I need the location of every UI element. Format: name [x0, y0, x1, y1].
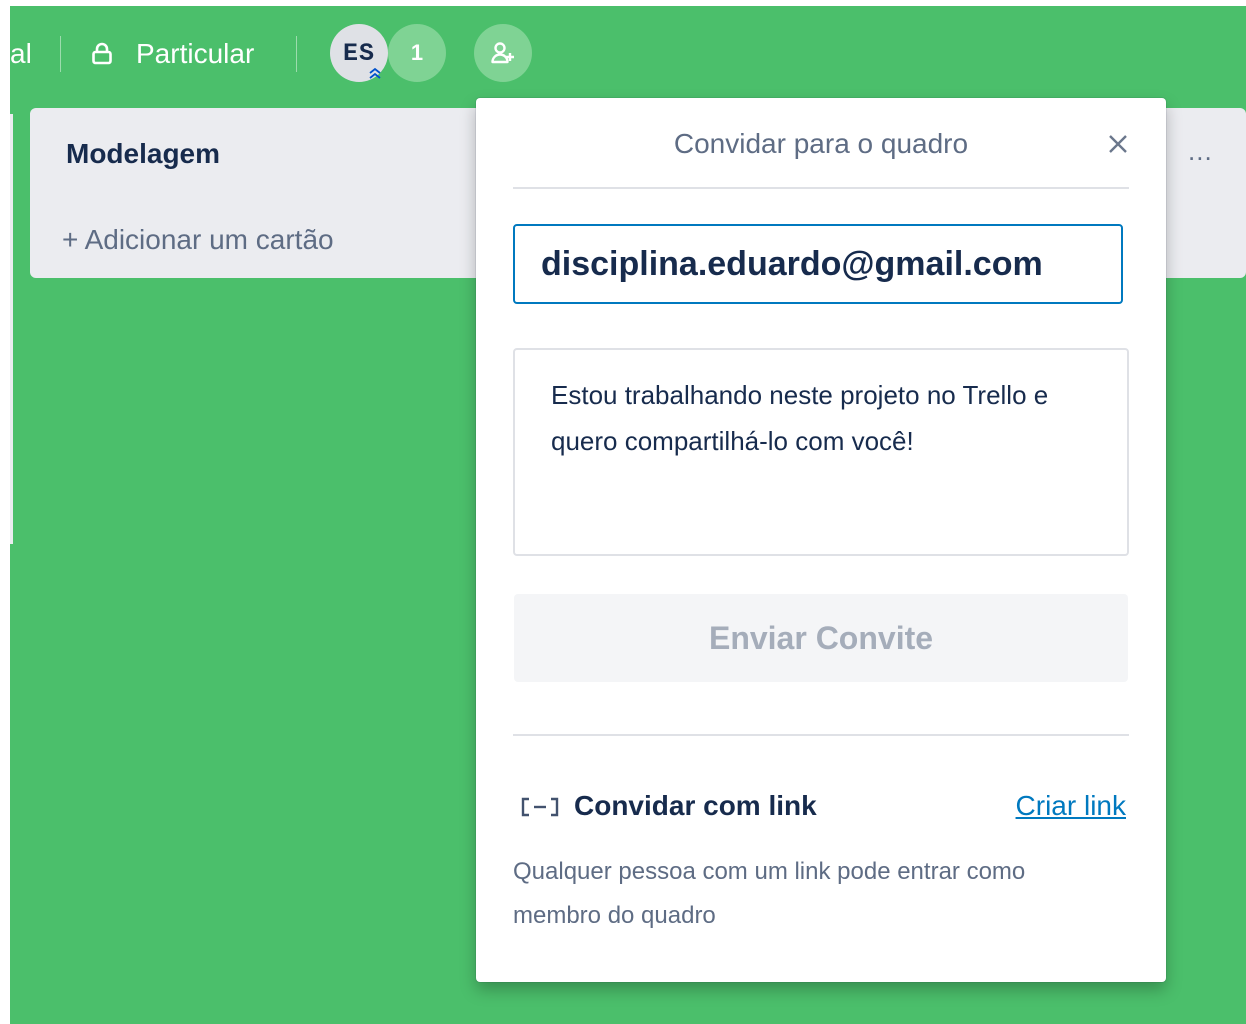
- close-button[interactable]: [1098, 124, 1138, 164]
- email-input[interactable]: [513, 224, 1123, 304]
- close-icon: [1109, 135, 1127, 153]
- member-avatar[interactable]: ES: [330, 24, 388, 82]
- invite-popover: Convidar para o quadro Estou trabalhando…: [476, 98, 1166, 982]
- list-modelagem: Modelagem + Adicionar um cartão: [30, 108, 550, 278]
- invite-link-description: Qualquer pessoa com um link pode entrar …: [513, 858, 1026, 929]
- double-chevron-up-icon: [369, 67, 381, 79]
- invite-link-title: Convidar com link: [574, 790, 817, 821]
- member-count-badge[interactable]: 1: [388, 24, 446, 82]
- topbar-divider: [60, 36, 61, 72]
- board-name-fragment[interactable]: al: [10, 38, 32, 70]
- visibility-button[interactable]: Particular: [90, 38, 254, 70]
- list-menu-ellipsis-icon[interactable]: ...: [1188, 136, 1213, 167]
- topbar-divider: [296, 36, 297, 72]
- list-title[interactable]: Modelagem: [66, 138, 220, 170]
- section-divider: [513, 734, 1129, 736]
- add-member-icon: [491, 42, 514, 64]
- popover-title: Convidar para o quadro: [673, 128, 969, 159]
- previous-list-edge: [10, 114, 13, 544]
- avatar-initials: ES: [342, 38, 375, 68]
- lock-icon: [92, 42, 112, 65]
- send-invite-button[interactable]: Enviar Convite: [514, 594, 1128, 682]
- create-link-button[interactable]: Criar link: [1016, 790, 1126, 822]
- list-right-edge: ...: [1160, 108, 1246, 278]
- add-card-button[interactable]: + Adicionar um cartão: [62, 224, 334, 256]
- visibility-label: Particular: [136, 38, 255, 69]
- title-divider: [513, 187, 1129, 189]
- invite-button[interactable]: [474, 24, 532, 82]
- message-textarea[interactable]: Estou trabalhando neste projeto no Trell…: [513, 348, 1129, 556]
- link-bracket-icon: [521, 797, 559, 817]
